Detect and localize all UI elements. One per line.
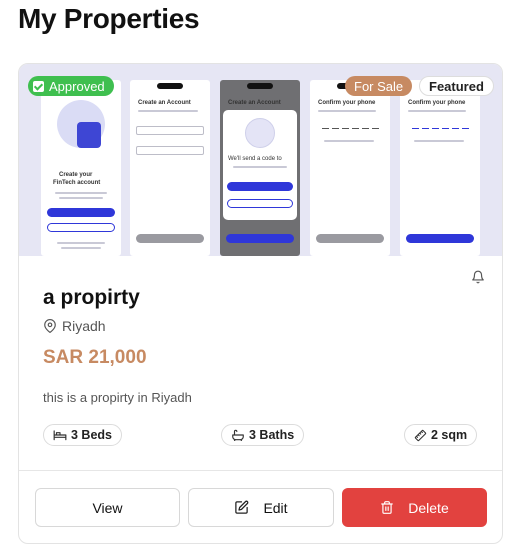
- location-label: Riyadh: [62, 318, 106, 334]
- screen-title: Confirm your phone: [408, 100, 466, 106]
- screen-title: Create an Account: [228, 100, 281, 106]
- pencil-square-icon: [235, 500, 249, 514]
- area-chip: 2 sqm: [404, 424, 478, 446]
- for-sale-badge: For Sale: [345, 76, 413, 96]
- app-screen-verify-modal: Create an Account We'll send a code to: [220, 80, 300, 256]
- person-illustration: [77, 122, 101, 148]
- screen-title: Create an Account: [138, 100, 191, 106]
- view-button[interactable]: View: [35, 488, 180, 527]
- screen-title: Create your: [59, 172, 93, 178]
- property-title: a propirty: [43, 286, 140, 309]
- property-description: this is a propirty in Riyadh: [43, 390, 192, 405]
- view-button-label: View: [92, 499, 123, 516]
- baths-chip: 3 Baths: [221, 424, 305, 446]
- bell-icon[interactable]: [471, 269, 485, 285]
- app-screen-welcome: Create your FinTech account: [41, 80, 121, 256]
- map-pin-icon: [44, 319, 56, 333]
- app-screen-confirm-phone: Confirm your phone: [310, 80, 390, 256]
- app-screen-create-account: Create an Account: [130, 80, 210, 256]
- beds-chip: 3 Beds: [43, 424, 122, 446]
- featured-badge: Featured: [419, 76, 494, 96]
- screen-title: Confirm your phone: [318, 100, 376, 106]
- approved-badge: Approved: [28, 76, 114, 96]
- approved-badge-label: Approved: [49, 78, 105, 94]
- beds-label: 3 Beds: [71, 428, 112, 442]
- delete-button[interactable]: Delete: [342, 488, 487, 527]
- app-screen-confirm-phone-filled: Confirm your phone: [400, 80, 480, 256]
- bath-icon: [232, 429, 244, 441]
- delete-button-label: Delete: [408, 499, 449, 516]
- property-price: SAR 21,000: [43, 347, 147, 368]
- card-divider: [19, 470, 502, 471]
- area-label: 2 sqm: [431, 428, 468, 442]
- property-card: Create your FinTech account Create an Ac…: [18, 63, 503, 544]
- screen-subtitle: FinTech account: [53, 180, 101, 186]
- check-box-icon: [33, 80, 44, 92]
- modal-text: We'll send a code to: [228, 156, 282, 162]
- edit-button-label: Edit: [263, 499, 288, 516]
- baths-label: 3 Baths: [249, 428, 295, 442]
- trash-icon: [381, 501, 394, 514]
- edit-button[interactable]: Edit: [188, 488, 334, 527]
- property-location: Riyadh: [43, 318, 106, 334]
- ruler-icon: [414, 429, 427, 441]
- bed-icon: [53, 430, 67, 441]
- property-image[interactable]: Create your FinTech account Create an Ac…: [19, 64, 502, 256]
- page-title: My Properties: [18, 3, 200, 34]
